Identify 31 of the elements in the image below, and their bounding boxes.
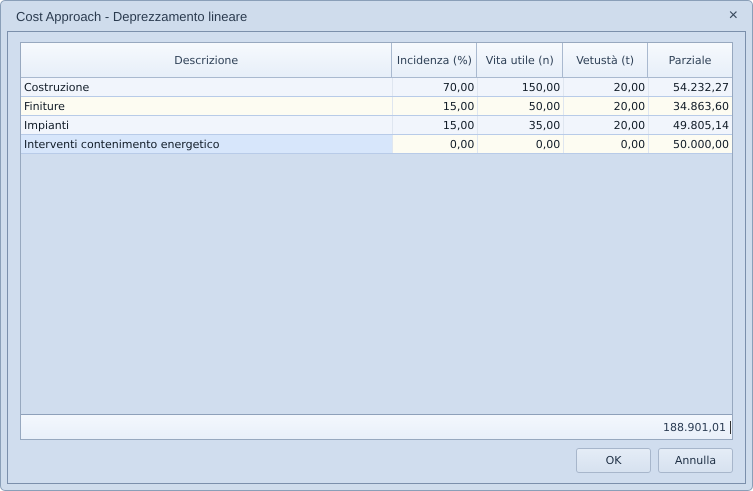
column-header[interactable]: Descrizione <box>21 43 392 77</box>
table-cell-text: Finiture <box>23 98 66 114</box>
table-row[interactable]: Costruzione 70,00 150,00 20,00 54.232,27 <box>21 78 732 97</box>
table-cell: 50,00 <box>477 97 564 115</box>
table-cell: 35,00 <box>477 116 564 134</box>
close-button[interactable]: × <box>724 7 742 25</box>
column-header[interactable]: Incidenza (%) <box>392 43 478 77</box>
table-cell: 20,00 <box>563 78 648 96</box>
total-value: 188.901,01 <box>663 420 731 434</box>
table-cell: 0,00 <box>392 135 478 153</box>
table-cell-text: Costruzione <box>23 80 90 96</box>
table-cell: Interventi contenimento energetico <box>21 135 392 153</box>
table-cell: 15,00 <box>392 116 478 134</box>
table-row[interactable]: Impianti 15,00 35,00 20,00 49.805,14 <box>21 116 732 135</box>
column-header[interactable]: Vetustà (t) <box>563 43 648 77</box>
table-cell: 20,00 <box>563 97 648 115</box>
cancel-button[interactable]: Annulla <box>658 448 733 473</box>
table-cell: 15,00 <box>392 97 478 115</box>
ok-button[interactable]: OK <box>576 448 651 473</box>
table-row[interactable]: Interventi contenimento energetico 0,00 0,00 0,00 50.000,00 <box>21 135 732 154</box>
table-cell: 70,00 <box>392 78 478 96</box>
column-header[interactable]: Vita utile (n) <box>477 43 564 77</box>
column-header[interactable]: Parziale <box>648 43 732 77</box>
table-cell: 54.232,27 <box>648 78 732 96</box>
table-cell: 34.863,60 <box>648 97 732 115</box>
table-cell: 150,00 <box>477 78 564 96</box>
table-row[interactable]: Finiture 15,00 50,00 20,00 34.863,60 <box>21 97 732 116</box>
table-cell: 20,00 <box>563 116 648 134</box>
table-cell-text: Impianti <box>23 118 70 134</box>
window-title: Cost Approach - Deprezzamento lineare <box>15 8 248 24</box>
table-cell: 49.805,14 <box>648 116 732 134</box>
